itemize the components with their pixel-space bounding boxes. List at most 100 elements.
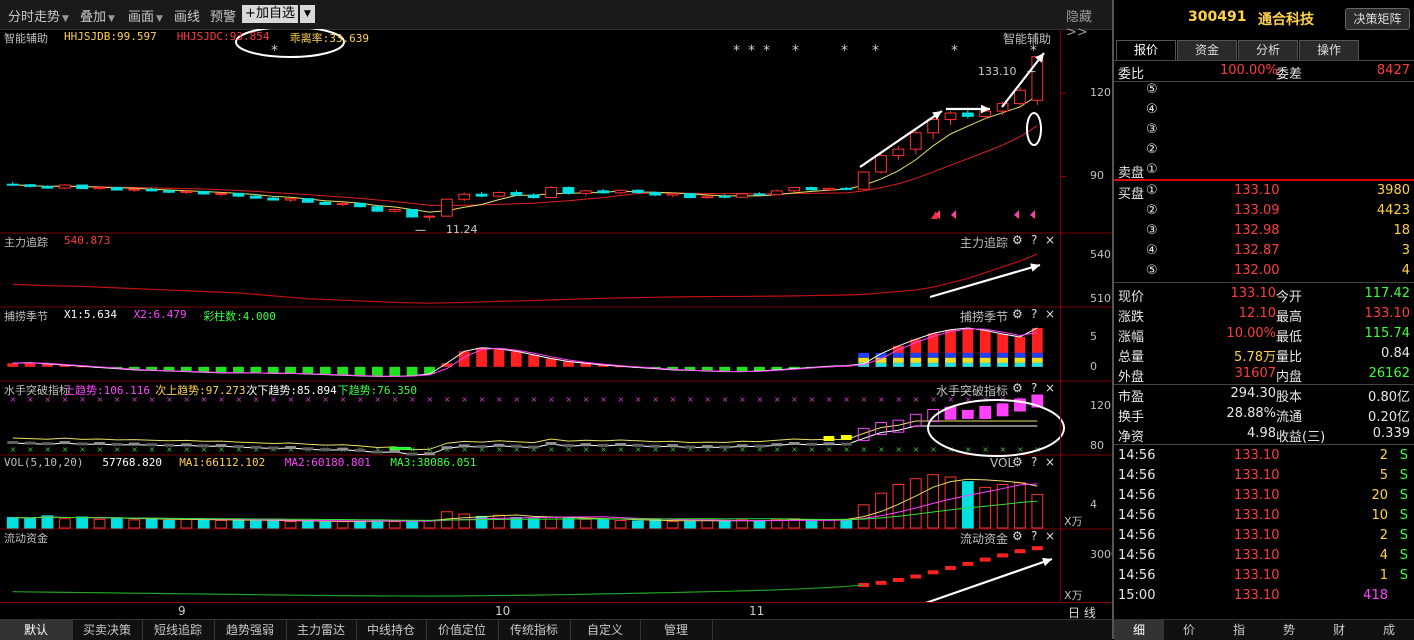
tick-volume: 1 [1379, 568, 1388, 583]
tab-shortline[interactable]: 短线追踪 [142, 620, 215, 640]
tab-midline[interactable]: 中线持仓 [356, 620, 427, 640]
tab-buysell[interactable]: 买卖决策 [72, 620, 143, 640]
candle-body [666, 193, 679, 196]
tick-price: 133.10 [1234, 528, 1280, 543]
quote-value: 115.74 [1364, 326, 1411, 341]
y-tick-label: 510 [1090, 291, 1111, 305]
chart-canvas[interactable]: × × × × × × × × × × × × × × × × × × × × × × × × × × × × × × × × × × × × × × × ×… [0, 29, 1112, 619]
tab-price[interactable]: 价 [1164, 620, 1214, 640]
help-icon[interactable]: ? [1031, 381, 1037, 395]
cross-mark: × [826, 445, 833, 454]
y-tick-label: 5 [1090, 329, 1097, 343]
cross-mark: × [426, 395, 433, 404]
cross-mark: × [548, 445, 555, 454]
volume-bar [163, 519, 175, 529]
tab-trend[interactable]: 趋势强弱 [214, 620, 287, 640]
tab-trend[interactable]: 势 [1264, 620, 1314, 640]
tab-operate[interactable]: 操作 [1299, 40, 1359, 61]
tick-price: 133.10 [1234, 588, 1280, 603]
buy-level-row: ④ 132.87 3 [1114, 241, 1414, 261]
cross-mark: × [895, 395, 902, 404]
add-favorite-dropdown[interactable]: ▼ [300, 5, 315, 23]
volume-bar [527, 518, 540, 529]
tab-trades[interactable]: 成 [1364, 620, 1414, 640]
close-icon[interactable]: × [1045, 233, 1055, 247]
fund-bar [962, 561, 974, 566]
add-favorite-button[interactable]: +加自选 [242, 5, 298, 23]
trend-block [563, 444, 574, 448]
buy-volume: 3 [1401, 243, 1410, 258]
quote-label: 今开 [1276, 290, 1303, 305]
unit-label: X万 [1064, 515, 1083, 528]
tab-radar[interactable]: 主力雷达 [286, 620, 357, 640]
candle-body [24, 184, 36, 187]
quote-label: 外盘 [1118, 370, 1145, 385]
bulao-bar [945, 362, 956, 367]
tb-fenshi-menu[interactable]: 分时走势 ▼ [8, 6, 69, 25]
candle-body [58, 184, 71, 189]
gear-icon[interactable]: ⚙ [1012, 455, 1023, 469]
tab-funds[interactable]: 资金 [1177, 40, 1237, 61]
volume-bar [597, 519, 610, 529]
tab-quote[interactable]: 报价 [1116, 40, 1176, 61]
star-marker: * [733, 43, 740, 59]
help-icon[interactable]: ? [1031, 233, 1037, 247]
close-icon[interactable]: × [1045, 307, 1055, 321]
zhuli-line [12, 253, 1038, 304]
help-icon[interactable]: ? [1031, 529, 1037, 543]
candle-body [649, 192, 662, 196]
bulao-bar [302, 366, 314, 375]
tb-screen-menu[interactable]: 画面 ▼ [128, 6, 163, 25]
candle-body [875, 155, 887, 173]
bulao-bar [510, 351, 522, 367]
close-icon[interactable]: × [1045, 529, 1055, 543]
tick-row: 14:56 133.10 1 S [1114, 566, 1414, 586]
candle-body [701, 195, 714, 199]
buy-level-row: 买盘 ① 133.10 3980 [1114, 181, 1414, 202]
cross-mark: × [27, 445, 34, 454]
star-marker: * [951, 43, 958, 59]
volume-bar [979, 486, 992, 529]
gear-icon[interactable]: ⚙ [1012, 529, 1023, 543]
gear-icon[interactable]: ⚙ [1012, 307, 1023, 321]
tick-side: S [1399, 568, 1408, 583]
pane-title: 智能辅助 [1003, 32, 1052, 46]
trend-block [528, 445, 540, 449]
quote-value: 133.10 [1364, 306, 1411, 321]
tab-default[interactable]: 默认 [0, 620, 73, 640]
tab-detail[interactable]: 细 [1114, 620, 1164, 640]
gear-icon[interactable]: ⚙ [1012, 233, 1023, 247]
tb-alert-button[interactable]: 预警 [210, 6, 236, 25]
sell-level-num: ① [1146, 162, 1158, 177]
buy-volume: 3980 [1376, 183, 1410, 198]
volume-bar [805, 519, 818, 529]
tab-custom[interactable]: 自定义 [570, 620, 641, 640]
tb-overlay-menu[interactable]: 叠加 ▼ [80, 6, 115, 25]
trend-block [754, 444, 765, 448]
cross-mark: × [149, 445, 156, 454]
close-icon[interactable]: × [1045, 455, 1055, 469]
buy-level-num: ⑤ [1146, 263, 1158, 278]
tab-analysis[interactable]: 分析 [1238, 40, 1298, 61]
tab-value[interactable]: 价值定位 [426, 620, 499, 640]
cross-mark: × [1000, 445, 1007, 454]
indicator-value: MA3:38086.051 [390, 456, 477, 469]
fund-label: 净资 [1118, 430, 1145, 445]
tb-drawline-button[interactable]: 画线 [174, 6, 200, 25]
decision-matrix-button[interactable]: 决策矩阵 [1345, 8, 1410, 30]
pane-title: 流动资金 [960, 532, 1009, 546]
fund-bar [979, 557, 991, 562]
trend-block [719, 445, 731, 449]
volume-bar [458, 513, 471, 529]
volume-bar [215, 519, 227, 529]
tab-manage[interactable]: 管理 [640, 620, 713, 640]
candle-body [597, 190, 610, 194]
tab-finance[interactable]: 财 [1314, 620, 1364, 640]
help-icon[interactable]: ? [1031, 455, 1037, 469]
help-icon[interactable]: ? [1031, 307, 1037, 321]
close-icon[interactable]: × [1045, 381, 1055, 395]
gear-icon[interactable]: ⚙ [1012, 381, 1023, 395]
tab-index[interactable]: 指 [1214, 620, 1264, 640]
tab-traditional[interactable]: 传统指标 [498, 620, 571, 640]
star-marker: * [271, 43, 278, 59]
